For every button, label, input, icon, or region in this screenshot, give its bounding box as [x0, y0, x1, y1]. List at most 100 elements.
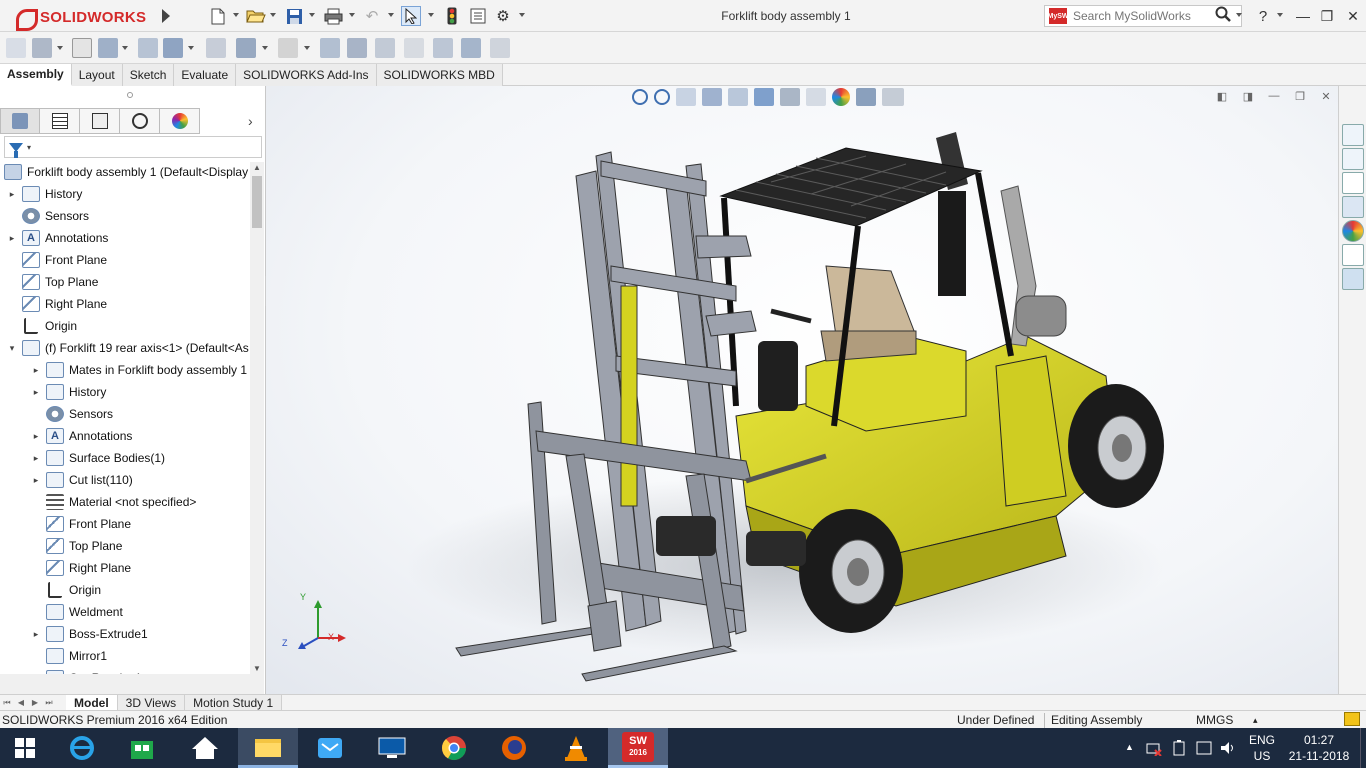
tree-item[interactable]: Front Plane: [22, 250, 107, 270]
tab-motion-study-1[interactable]: Motion Study 1: [185, 694, 283, 711]
select-cursor-icon[interactable]: [401, 6, 421, 26]
tree-item[interactable]: ▸ A Annotations: [10, 228, 108, 248]
unit-system[interactable]: MMGS: [1196, 713, 1233, 727]
internet-explorer-icon[interactable]: [52, 728, 112, 768]
open-folder-icon[interactable]: [246, 6, 266, 26]
tree-expand-icon[interactable]: ▸: [8, 233, 16, 243]
tree-item[interactable]: ▸ Boss-Extrude1: [34, 624, 148, 644]
action-center-icon[interactable]: [1196, 740, 1212, 759]
filter-dropdown-icon[interactable]: ▾: [27, 143, 31, 152]
tree-item[interactable]: Top Plane: [22, 272, 98, 292]
tree-item[interactable]: Origin: [46, 580, 101, 600]
tree-item[interactable]: Sensors: [46, 404, 113, 424]
new-motion-study-icon[interactable]: [320, 38, 340, 58]
select-dropdown-icon[interactable]: [428, 13, 434, 17]
scroll-thumb[interactable]: [252, 176, 262, 228]
design-library-icon[interactable]: [1342, 148, 1364, 170]
tree-item[interactable]: Origin: [22, 316, 77, 336]
search-dropdown-icon[interactable]: [1236, 13, 1242, 17]
file-explorer-taskbar-icon[interactable]: [238, 728, 298, 768]
smart-fasteners-icon[interactable]: [138, 38, 158, 58]
panel-grip-icon[interactable]: [127, 92, 133, 98]
explode-line-sketch-icon[interactable]: [404, 38, 424, 58]
tree-expand-icon[interactable]: ▸: [32, 453, 40, 463]
volume-icon[interactable]: [1220, 740, 1236, 759]
bill-of-materials-icon[interactable]: [347, 38, 367, 58]
help-dropdown-icon[interactable]: [1277, 13, 1283, 17]
tree-expand-icon[interactable]: ▸: [32, 431, 40, 441]
tree-item[interactable]: Right Plane: [22, 294, 107, 314]
tab-property-manager[interactable]: [40, 108, 80, 134]
battery-icon[interactable]: [1172, 740, 1186, 759]
exploded-view-icon[interactable]: [375, 38, 395, 58]
undo-dropdown-icon[interactable]: [388, 13, 394, 17]
tree-item[interactable]: ▸ History: [10, 184, 82, 204]
home-icon[interactable]: [175, 728, 235, 768]
tree-item[interactable]: Right Plane: [46, 558, 131, 578]
tree-expand-icon[interactable]: ▸: [32, 475, 40, 485]
tab-solidworks-add-ins[interactable]: SOLIDWORKS Add-Ins: [236, 64, 377, 86]
tree-item[interactable]: Material <not specified>: [46, 492, 196, 512]
rebuild-traffic-light-icon[interactable]: [442, 6, 462, 26]
undo-icon[interactable]: ↶: [362, 6, 382, 26]
last-tab-arrow-icon[interactable]: ⏭: [42, 698, 56, 708]
network-status-icon[interactable]: [1146, 740, 1162, 759]
search-box[interactable]: MySW: [1044, 5, 1242, 27]
reference-geometry-icon[interactable]: [278, 38, 298, 58]
chevron-right-icon[interactable]: ›: [248, 113, 253, 129]
save-dropdown-icon[interactable]: [309, 13, 315, 17]
tree-horizontal-scrollbar[interactable]: [0, 674, 264, 694]
appearances-scenes-icon[interactable]: [1342, 220, 1364, 242]
open-dropdown-icon[interactable]: [270, 13, 276, 17]
tree-item[interactable]: ▸ Mates in Forklift body assembly 1: [34, 360, 247, 380]
show-hidden-icon[interactable]: [206, 38, 226, 58]
mate-paperclip-icon[interactable]: [72, 38, 92, 58]
graphics-area[interactable]: ◧ ◨ — ❐ ✕ Y X Z: [266, 86, 1338, 694]
new-dropdown-icon[interactable]: [233, 13, 239, 17]
tree-item[interactable]: Weldment: [46, 602, 123, 622]
units-dropdown-icon[interactable]: ▴: [1253, 715, 1258, 726]
tree-filter[interactable]: ▾: [4, 136, 262, 158]
forklift-3d-model[interactable]: [266, 86, 1338, 694]
pattern-dropdown-icon[interactable]: [122, 46, 128, 50]
tab-layout[interactable]: Layout: [71, 64, 123, 86]
tab-evaluate[interactable]: Evaluate: [174, 64, 237, 86]
tree-item[interactable]: Mirror1: [46, 646, 107, 666]
assembly-features-icon[interactable]: [236, 38, 256, 58]
firefox-icon[interactable]: [484, 728, 544, 768]
solidworks-resources-home-icon[interactable]: [1342, 124, 1364, 146]
search-input[interactable]: [1073, 9, 1213, 23]
mail-icon[interactable]: [300, 728, 360, 768]
store-icon[interactable]: [112, 728, 172, 768]
search-icon[interactable]: [1215, 6, 1231, 27]
insert-components-dropdown-icon[interactable]: [57, 46, 63, 50]
tree-item[interactable]: ▸ History: [34, 382, 106, 402]
tab-dimxpert-manager[interactable]: [120, 108, 160, 134]
options-dropdown-icon[interactable]: [519, 13, 525, 17]
custom-properties-icon[interactable]: [1342, 244, 1364, 266]
print-dropdown-icon[interactable]: [349, 13, 355, 17]
tree-scrollbar[interactable]: ▲ ▼: [250, 162, 264, 674]
menu-expand-arrow-icon[interactable]: [162, 9, 170, 23]
linear-pattern-icon[interactable]: [98, 38, 118, 58]
prev-tab-arrow-icon[interactable]: ◀: [14, 698, 28, 707]
interference-detection-icon[interactable]: [433, 38, 453, 58]
move-component-icon[interactable]: [163, 38, 183, 58]
instant3d-icon[interactable]: [490, 38, 510, 58]
new-part-icon[interactable]: [32, 38, 52, 58]
tree-item[interactable]: Top Plane: [46, 536, 122, 556]
options-gear-icon[interactable]: ⚙: [493, 6, 513, 26]
new-document-icon[interactable]: [208, 6, 228, 26]
tooltip-icon[interactable]: [1344, 712, 1360, 726]
save-icon[interactable]: [284, 6, 304, 26]
scroll-up-icon[interactable]: ▲: [253, 163, 261, 172]
solidworks-taskbar-icon[interactable]: SW 2016: [608, 728, 668, 768]
lenovo-app-icon[interactable]: [362, 728, 422, 768]
move-dropdown-icon[interactable]: [188, 46, 194, 50]
tree-item[interactable]: Sensors: [22, 206, 89, 226]
tree-item[interactable]: ▸ Cut list(110): [34, 470, 133, 490]
tree-item[interactable]: ▸ Surface Bodies(1): [34, 448, 165, 468]
solidworks-forum-icon[interactable]: [1342, 268, 1364, 290]
tab-solidworks-mbd[interactable]: SOLIDWORKS MBD: [376, 64, 503, 86]
tab-feature-manager[interactable]: [0, 108, 40, 134]
